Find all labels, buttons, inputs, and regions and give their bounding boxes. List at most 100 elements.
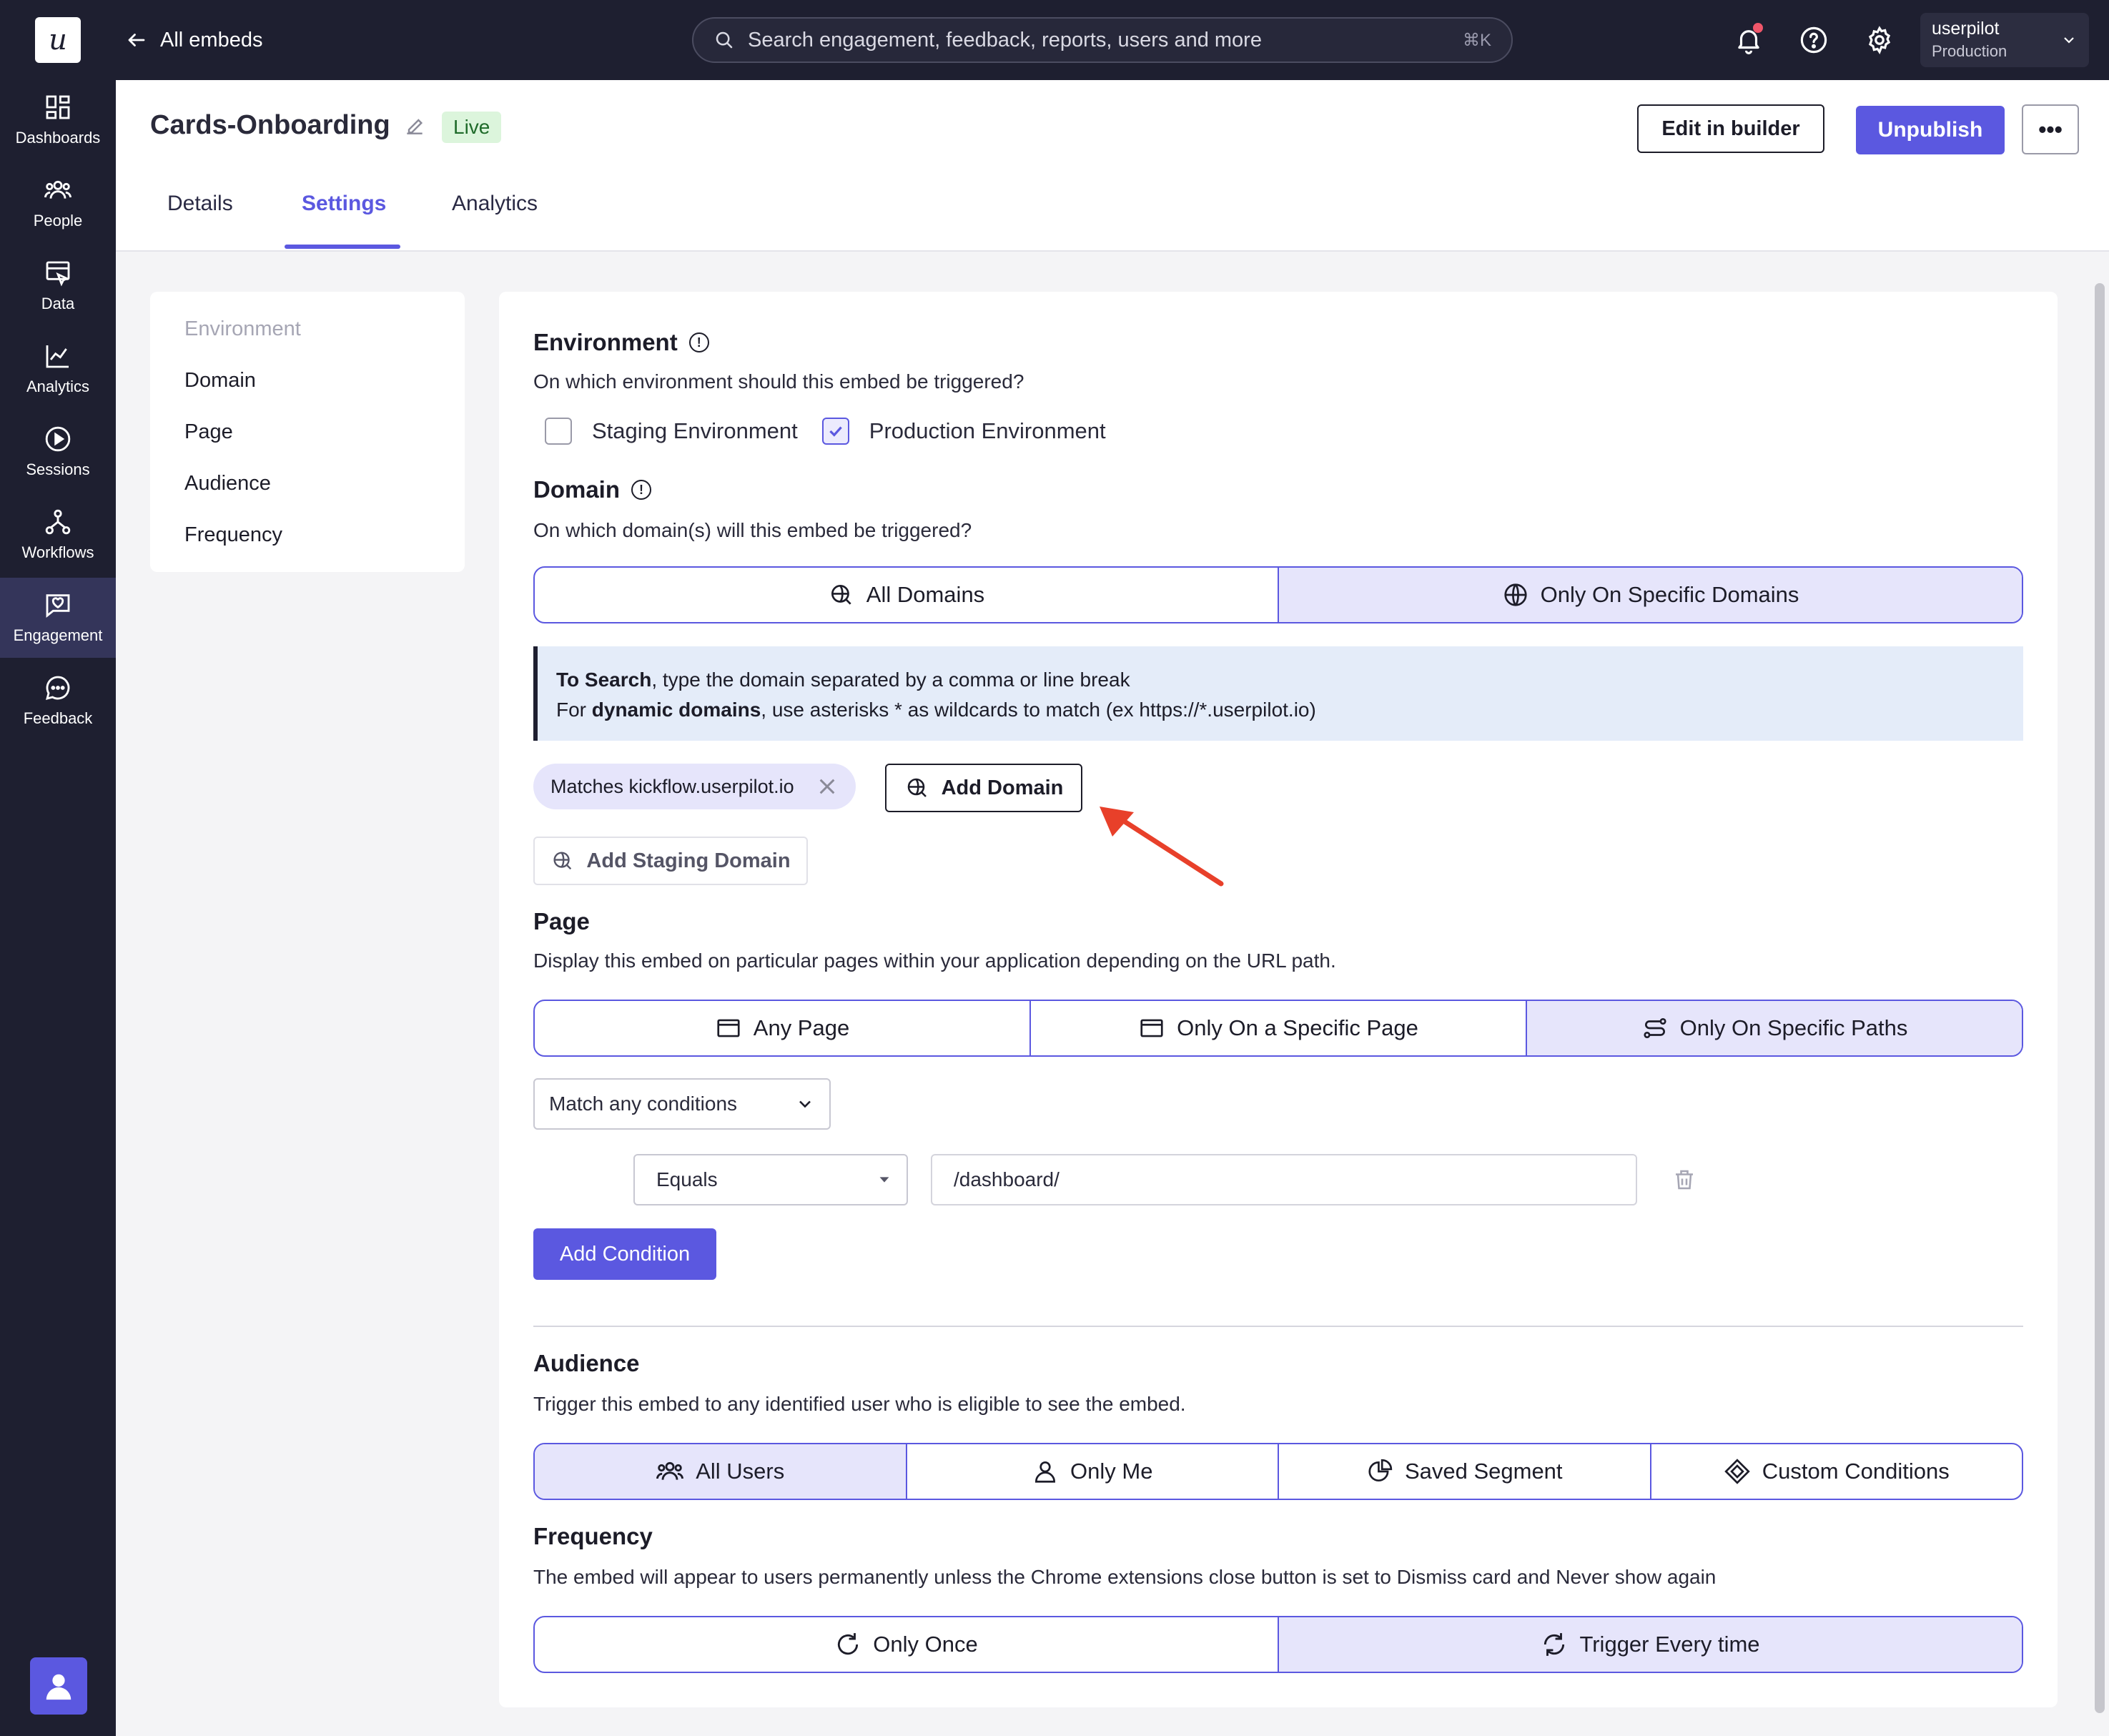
nav-item-data[interactable]: Data — [0, 246, 116, 326]
tab-details[interactable]: Details — [167, 192, 233, 216]
caret-down-icon — [879, 1177, 889, 1183]
staging-environment-checkbox[interactable] — [545, 418, 572, 445]
trigger-every-time-option[interactable]: Trigger Every time — [1279, 1617, 2022, 1672]
add-domain-label: Add Domain — [941, 776, 1064, 799]
trash-icon[interactable] — [1671, 1167, 1697, 1193]
nav-label: Feedback — [23, 709, 93, 727]
annotation-arrow — [1100, 807, 1224, 887]
hint-bold: dynamic domains — [591, 699, 761, 721]
any-page-option[interactable]: Any Page — [535, 1001, 1031, 1055]
search-shortcut: ⌘K — [1462, 30, 1491, 50]
embed-title: Cards-Onboarding — [150, 110, 390, 140]
production-environment-label: Production Environment — [869, 418, 1106, 443]
more-options-button[interactable]: ••• — [2022, 104, 2079, 154]
help-icon — [1800, 26, 1827, 54]
userpilot-logo[interactable]: u — [35, 17, 81, 63]
nav-item-people[interactable]: People — [0, 163, 116, 243]
notifications-button[interactable] — [1729, 20, 1769, 60]
select-value: Equals — [656, 1168, 718, 1190]
add-condition-button[interactable]: Add Condition — [533, 1228, 716, 1280]
domain-chip: Matches kickflow.userpilot.io — [533, 764, 856, 809]
section-link-environment[interactable]: Environment — [184, 317, 301, 341]
option-label: Only Once — [873, 1632, 978, 1657]
path-icon — [1644, 1017, 1666, 1039]
option-label: Only Me — [1070, 1459, 1153, 1484]
tab-analytics[interactable]: Analytics — [452, 192, 538, 216]
only-specific-domains-option[interactable]: Only On Specific Domains — [1279, 568, 2022, 622]
environment-heading: Environment ! — [533, 329, 709, 356]
add-staging-domain-button[interactable]: Add Staging Domain — [533, 837, 808, 885]
option-label: Saved Segment — [1404, 1459, 1563, 1484]
user-icon — [1035, 1461, 1056, 1483]
nav-item-engagement[interactable]: Engagement — [0, 578, 116, 658]
account-switcher[interactable]: userpilot Production — [1920, 13, 2089, 67]
tab-settings[interactable]: Settings — [302, 192, 386, 216]
section-link-frequency[interactable]: Frequency — [184, 523, 282, 547]
workflows-icon — [45, 509, 71, 535]
help-button[interactable] — [1794, 20, 1834, 60]
match-conditions-select[interactable]: Match any conditions — [533, 1078, 831, 1130]
embed-header: Cards-Onboarding Live Edit in builder Un… — [116, 80, 2109, 252]
pencil-icon[interactable] — [403, 114, 426, 137]
page-title: Cards-Onboarding — [150, 110, 426, 141]
environment-question: On which environment should this embed b… — [533, 370, 1024, 393]
user-avatar-button[interactable] — [30, 1657, 87, 1715]
unpublish-button[interactable]: Unpublish — [1856, 106, 2005, 154]
section-link-audience[interactable]: Audience — [184, 472, 271, 495]
section-link-domain[interactable]: Domain — [184, 369, 256, 393]
custom-conditions-option[interactable]: Custom Conditions — [1651, 1444, 2022, 1499]
info-icon[interactable]: ! — [631, 480, 652, 500]
specific-page-option[interactable]: Only On a Specific Page — [1031, 1001, 1527, 1055]
settings-section-menu: Environment Domain Page Audience Frequen… — [150, 292, 465, 572]
sessions-icon — [45, 426, 71, 452]
search-icon — [716, 31, 733, 49]
only-once-option[interactable]: Only Once — [535, 1617, 1279, 1672]
nav-item-dashboards[interactable]: Dashboards — [0, 80, 116, 160]
nav-item-analytics[interactable]: Analytics — [0, 329, 116, 409]
frequency-description: The embed will appear to users permanent… — [533, 1566, 1717, 1588]
nav-label: Data — [41, 295, 75, 312]
search-placeholder: Search engagement, feedback, reports, us… — [748, 28, 1262, 51]
option-label: All Users — [696, 1459, 785, 1484]
specific-paths-option[interactable]: Only On Specific Paths — [1527, 1001, 2022, 1055]
production-environment-checkbox[interactable] — [821, 418, 849, 445]
nav-item-sessions[interactable]: Sessions — [0, 412, 116, 492]
environment-title: Environment — [533, 329, 678, 355]
option-label: All Domains — [866, 582, 985, 607]
globe-icon — [1503, 583, 1527, 606]
saved-segment-option[interactable]: Saved Segment — [1279, 1444, 1651, 1499]
info-icon[interactable]: ! — [688, 332, 709, 352]
only-me-option[interactable]: Only Me — [907, 1444, 1279, 1499]
nav-label: Engagement — [13, 626, 103, 644]
page-scrollbar[interactable] — [2095, 283, 2105, 1713]
page-section-title: Page — [533, 908, 590, 934]
nav-item-workflows[interactable]: Workflows — [0, 495, 116, 575]
people-icon — [44, 180, 71, 199]
back-label: All embeds — [160, 28, 263, 51]
operator-select[interactable]: Equals — [633, 1154, 908, 1205]
audience-toggle: All Users Only Me Saved Segment Custom C… — [533, 1443, 2023, 1500]
settings-button[interactable] — [1859, 20, 1900, 60]
people-icon — [656, 1461, 684, 1480]
edit-in-builder-button[interactable]: Edit in builder — [1637, 104, 1824, 153]
hint-line-1: To Search, type the domain separated by … — [556, 665, 2005, 695]
add-domain-button[interactable]: Add Domain — [885, 764, 1082, 812]
page-description: Display this embed on particular pages w… — [533, 950, 1336, 972]
all-users-option[interactable]: All Users — [535, 1444, 907, 1499]
section-link-page[interactable]: Page — [184, 420, 233, 444]
back-to-all-embeds-link[interactable]: All embeds — [126, 23, 262, 57]
option-label: Only On Specific Paths — [1679, 1015, 1908, 1040]
globe-search-icon — [831, 584, 851, 605]
path-value-input[interactable]: /dashboard/ — [931, 1154, 1637, 1205]
hint-text: For — [556, 699, 592, 721]
staging-environment-label: Staging Environment — [592, 418, 798, 443]
audience-description: Trigger this embed to any identified use… — [533, 1393, 1186, 1415]
all-domains-option[interactable]: All Domains — [535, 568, 1279, 622]
hint-bold: To Search — [556, 669, 652, 691]
close-icon[interactable] — [816, 775, 839, 798]
domain-chip-label: Matches kickflow.userpilot.io — [550, 775, 794, 797]
data-icon — [46, 261, 70, 287]
global-search-input[interactable]: Search engagement, feedback, reports, us… — [692, 17, 1513, 63]
nav-label: Analytics — [26, 378, 90, 395]
nav-item-feedback[interactable]: Feedback — [0, 661, 116, 741]
